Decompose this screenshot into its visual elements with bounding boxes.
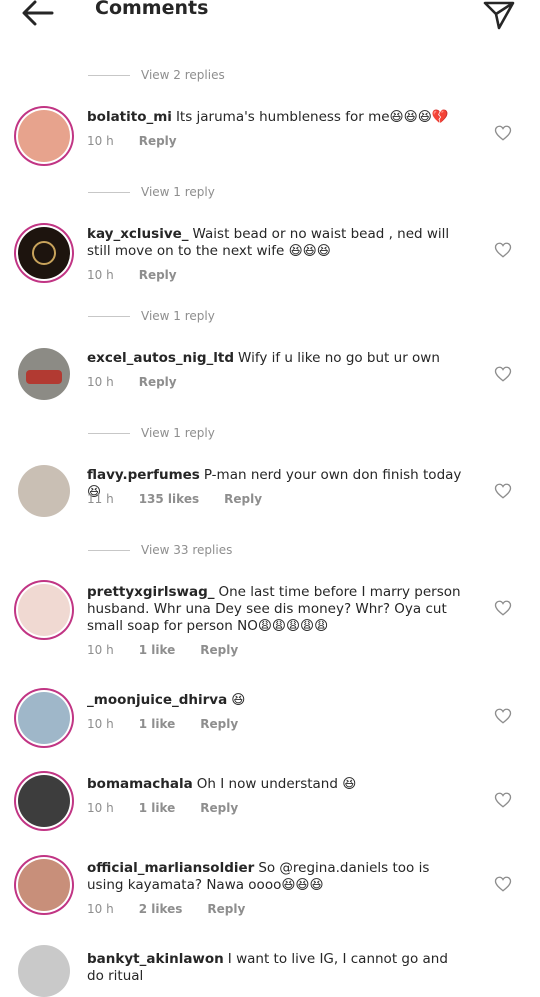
send-icon[interactable] xyxy=(482,0,516,30)
comment-text: Wify if u like no go but ur own xyxy=(238,350,440,366)
comment-text: 😆 xyxy=(231,692,246,708)
comment-username[interactable]: official_marliansoldier xyxy=(87,860,254,876)
comment-username[interactable]: excel_autos_nig_ltd xyxy=(87,350,234,366)
view-replies-button[interactable]: View 1 reply xyxy=(88,423,215,443)
avatar[interactable] xyxy=(18,584,70,636)
comment-username[interactable]: prettyxgirlswag_ xyxy=(87,584,215,600)
comment-username[interactable]: flavy.perfumes xyxy=(87,467,200,483)
divider-line xyxy=(88,549,130,551)
likes-count[interactable]: 2 likes xyxy=(139,902,183,916)
reply-button[interactable]: Reply xyxy=(200,643,238,657)
avatar[interactable] xyxy=(18,110,70,162)
comment-time: 10 h xyxy=(87,902,114,916)
view-replies-button[interactable]: View 33 replies xyxy=(88,540,232,560)
arrow-left-icon[interactable] xyxy=(20,0,54,28)
comment-text: Oh I now understand 😆 xyxy=(196,776,357,792)
comment-time: 10 h xyxy=(87,375,114,389)
avatar[interactable] xyxy=(18,945,70,997)
divider-line xyxy=(88,74,130,76)
reply-button[interactable]: Reply xyxy=(200,717,238,731)
likes-count[interactable]: 1 like xyxy=(139,643,176,657)
comment-time: 10 h xyxy=(87,643,114,657)
heart-icon[interactable] xyxy=(494,707,512,725)
reply-button[interactable]: Reply xyxy=(139,268,177,282)
likes-count[interactable]: 135 likes xyxy=(139,492,199,506)
divider-line xyxy=(88,315,130,317)
reply-button[interactable]: Reply xyxy=(139,134,177,148)
reply-button[interactable]: Reply xyxy=(139,375,177,389)
avatar[interactable] xyxy=(18,775,70,827)
likes-count[interactable]: 1 like xyxy=(139,717,176,731)
heart-icon[interactable] xyxy=(494,791,512,809)
view-replies-button[interactable]: View 1 reply xyxy=(88,182,215,202)
reply-button[interactable]: Reply xyxy=(207,902,245,916)
avatar[interactable] xyxy=(18,348,70,400)
avatar[interactable] xyxy=(18,227,70,279)
view-replies-button[interactable]: View 1 reply xyxy=(88,306,215,326)
reply-button[interactable]: Reply xyxy=(224,492,262,506)
likes-count[interactable]: 1 like xyxy=(139,801,176,815)
view-replies-label[interactable]: View 33 replies xyxy=(141,543,232,557)
heart-icon[interactable] xyxy=(494,599,512,617)
view-replies-button[interactable]: View 2 replies xyxy=(88,65,225,85)
header: Comments xyxy=(0,0,540,30)
comment-username[interactable]: bankyt_akinlawon xyxy=(87,951,224,967)
view-replies-label[interactable]: View 1 reply xyxy=(141,185,215,199)
page-title: Comments xyxy=(95,0,209,19)
comment-time: 10 h xyxy=(87,268,114,282)
car-icon xyxy=(26,370,62,384)
comment-time: 11 h xyxy=(87,492,114,506)
heart-icon[interactable] xyxy=(494,124,512,142)
avatar[interactable] xyxy=(18,859,70,911)
heart-icon[interactable] xyxy=(494,241,512,259)
view-replies-label[interactable]: View 1 reply xyxy=(141,426,215,440)
avatar[interactable] xyxy=(18,692,70,744)
view-replies-label[interactable]: View 2 replies xyxy=(141,68,225,82)
comment-time: 10 h xyxy=(87,717,114,731)
comment-username[interactable]: bomamachala xyxy=(87,776,193,792)
heart-icon[interactable] xyxy=(494,875,512,893)
heart-icon[interactable] xyxy=(494,365,512,383)
view-replies-label[interactable]: View 1 reply xyxy=(141,309,215,323)
comment-username[interactable]: _moonjuice_dhirva xyxy=(87,692,227,708)
reply-button[interactable]: Reply xyxy=(200,801,238,815)
logo-icon xyxy=(32,241,56,265)
comment-text: Its jaruma's humbleness for me😆😆😆💔 xyxy=(175,109,449,125)
comment-time: 10 h xyxy=(87,134,114,148)
comment-username[interactable]: bolatito_mi xyxy=(87,109,172,125)
heart-icon[interactable] xyxy=(494,482,512,500)
avatar[interactable] xyxy=(18,465,70,517)
divider-line xyxy=(88,191,130,193)
comment-time: 10 h xyxy=(87,801,114,815)
comment-username[interactable]: kay_xclusive_ xyxy=(87,226,189,242)
divider-line xyxy=(88,432,130,434)
